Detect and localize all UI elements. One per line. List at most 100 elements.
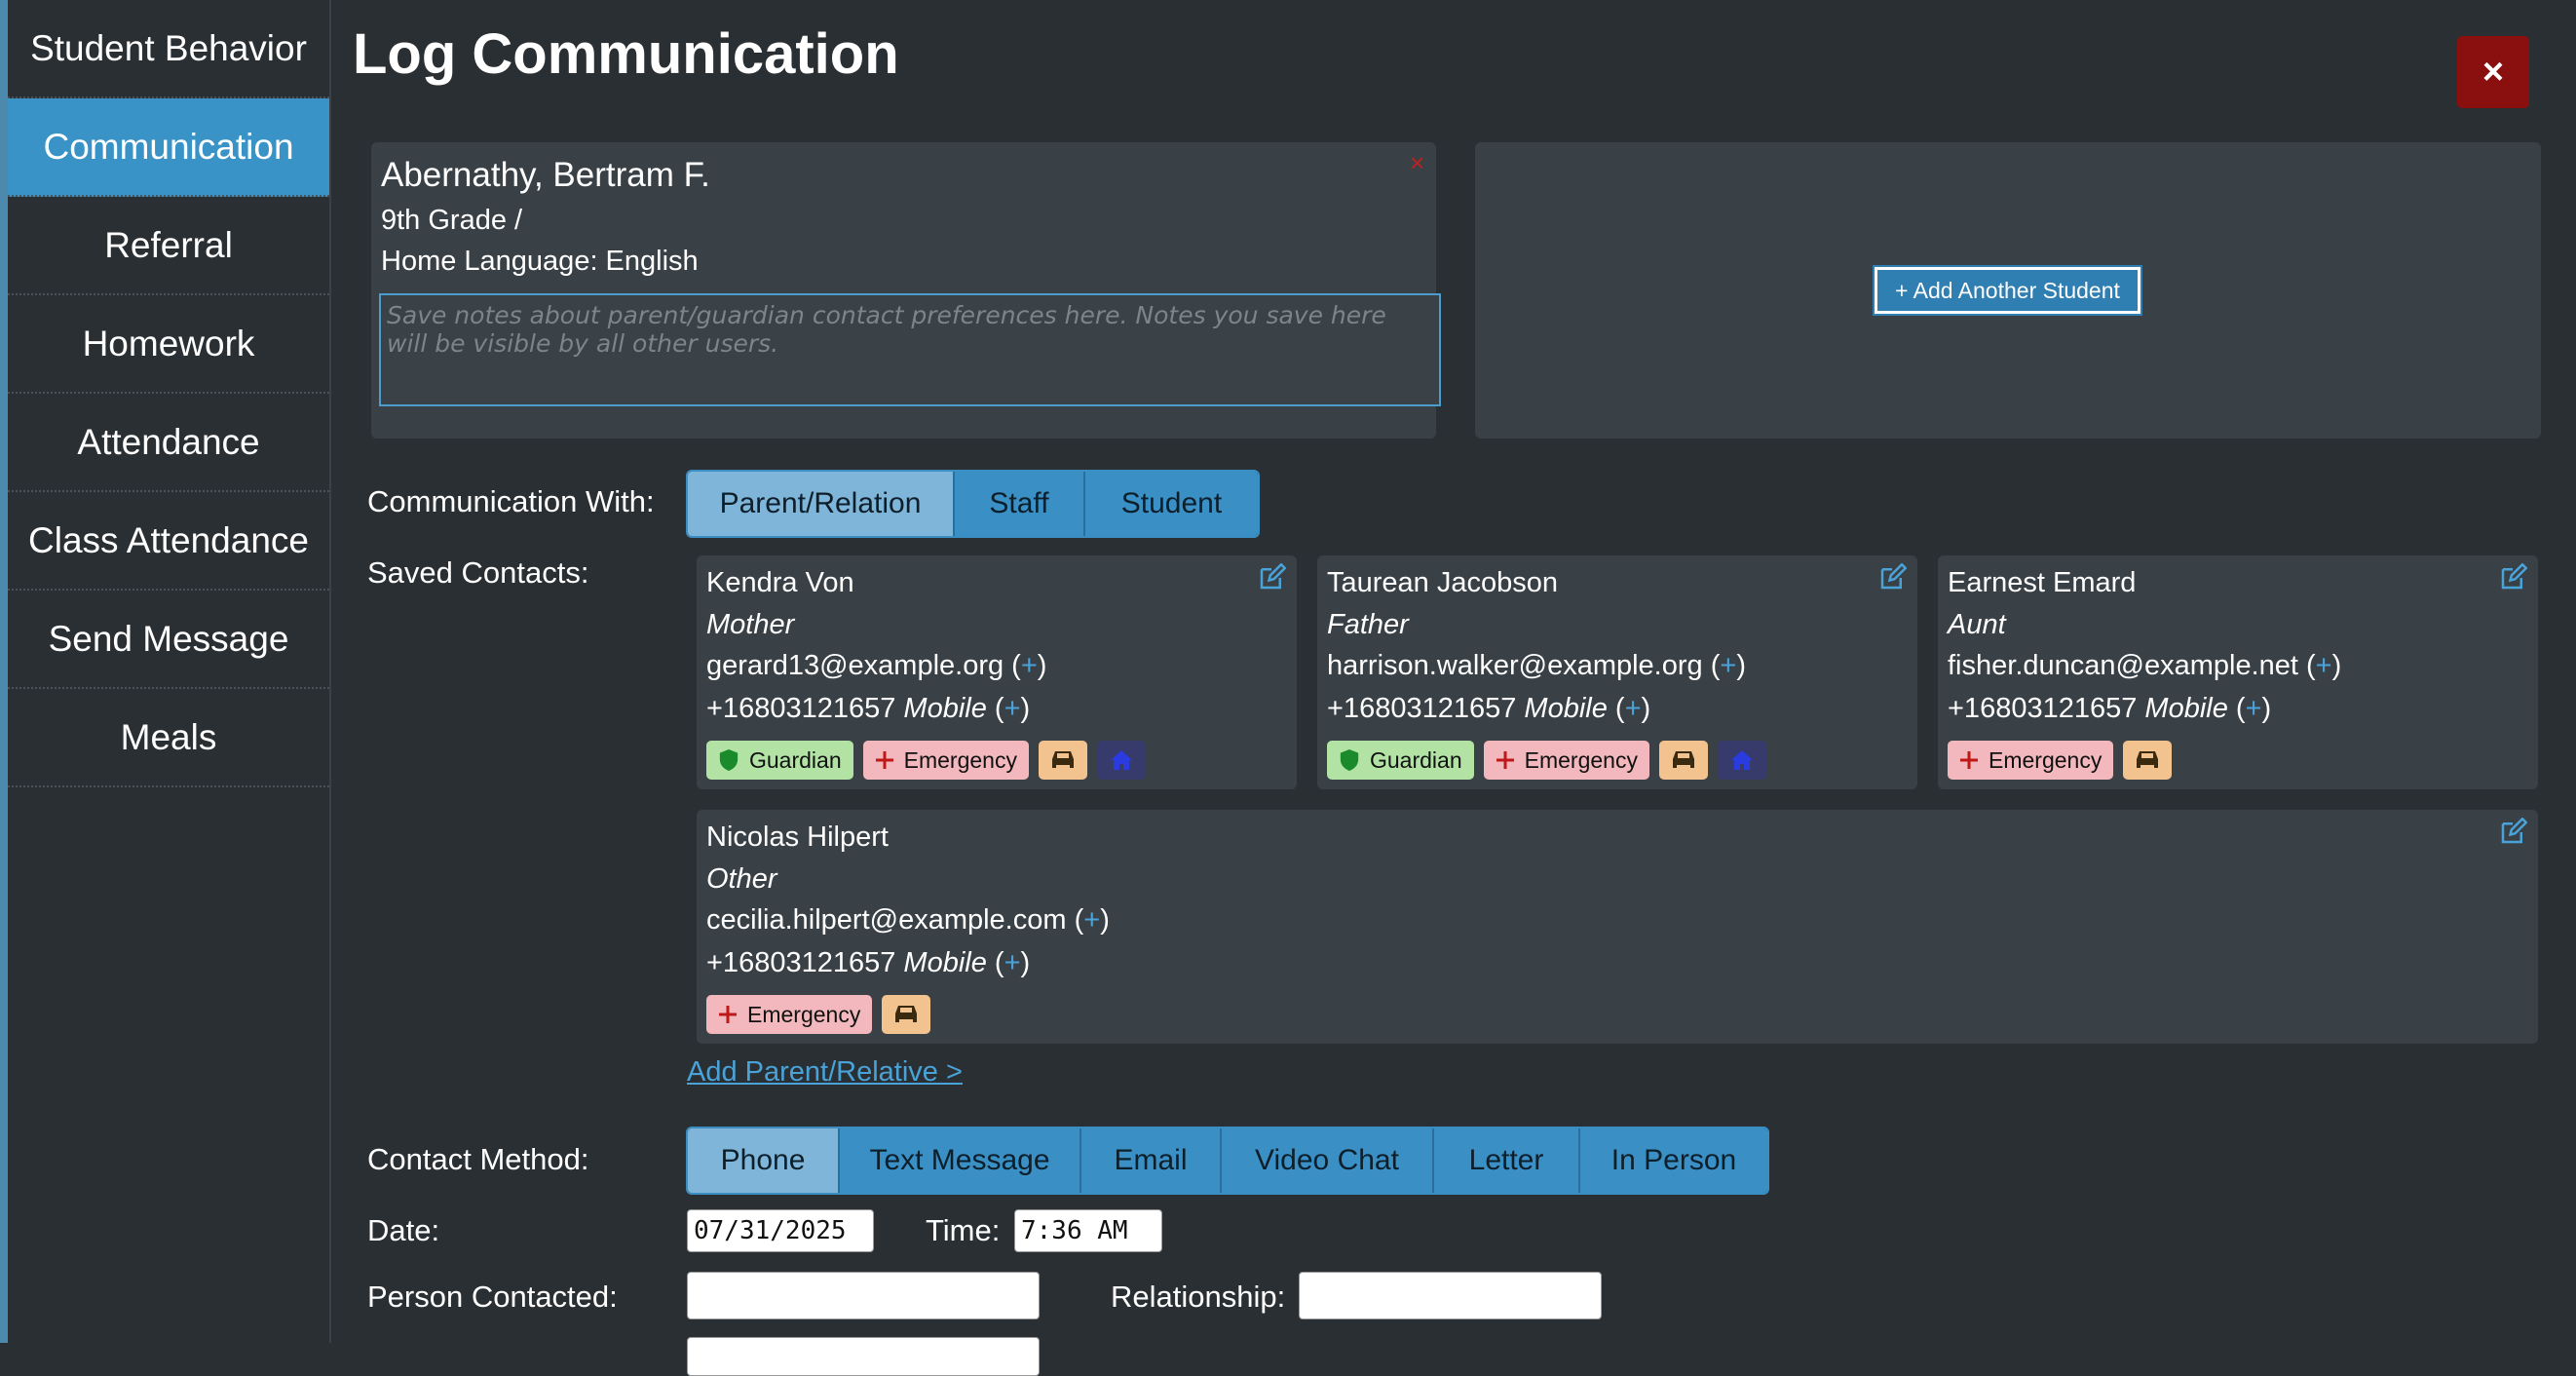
sidebar-item-label: Homework bbox=[82, 323, 255, 363]
remove-student-icon[interactable]: × bbox=[1410, 148, 1424, 178]
sidebar-item-send-message[interactable]: Send Message bbox=[8, 591, 329, 689]
contact-email-text: harrison.walker@example.org bbox=[1327, 650, 1703, 681]
add-email-icon[interactable]: + bbox=[1021, 650, 1038, 681]
contact-relation: Mother bbox=[706, 609, 795, 640]
guardian-badge: Guardian bbox=[706, 741, 853, 780]
sidebar-item-class-attendance[interactable]: Class Attendance bbox=[8, 492, 329, 591]
tab-in-person[interactable]: In Person bbox=[1580, 1128, 1767, 1193]
sidebar-item-communication[interactable]: Communication bbox=[8, 98, 329, 197]
tab-video-chat[interactable]: Video Chat bbox=[1222, 1128, 1434, 1193]
contact-phone-type: Mobile bbox=[2144, 693, 2228, 724]
contact-badges: Emergency bbox=[1948, 741, 2173, 780]
pickup-badge bbox=[1658, 741, 1708, 780]
close-button[interactable]: × bbox=[2457, 36, 2529, 108]
contact-email: cecilia.hilpert@example.com (+) bbox=[706, 904, 1110, 936]
contact-email: gerard13@example.org (+) bbox=[706, 650, 1047, 681]
sidebar-item-attendance[interactable]: Attendance bbox=[8, 394, 329, 492]
edit-icon[interactable] bbox=[2498, 818, 2527, 847]
add-another-student-button[interactable]: + Add Another Student bbox=[1873, 265, 2142, 316]
student-home-language: Home Language: English bbox=[381, 246, 699, 277]
sidebar-item-label: Attendance bbox=[77, 421, 260, 462]
guardian-badge-label: Guardian bbox=[749, 746, 842, 773]
page-title: Log Communication bbox=[353, 22, 899, 86]
shield-icon bbox=[719, 749, 739, 771]
tab-email[interactable]: Email bbox=[1081, 1128, 1222, 1193]
guardian-badge: Guardian bbox=[1327, 741, 1474, 780]
home-icon bbox=[1730, 750, 1753, 770]
emergency-badge-label: Emergency bbox=[1524, 746, 1638, 773]
pickup-badge bbox=[882, 995, 931, 1034]
contact-email-text: cecilia.hilpert@example.com bbox=[706, 904, 1067, 936]
date-input[interactable] bbox=[687, 1209, 874, 1252]
car-icon bbox=[1672, 751, 1694, 768]
edit-icon[interactable] bbox=[1877, 563, 1907, 592]
tab-parent-relation[interactable]: Parent/Relation bbox=[688, 472, 955, 536]
date-label: Date: bbox=[367, 1213, 440, 1247]
add-email-icon[interactable]: + bbox=[2316, 650, 2332, 681]
add-phone-icon[interactable]: + bbox=[1004, 947, 1021, 978]
add-phone-icon[interactable]: + bbox=[1004, 693, 1021, 724]
contact-card[interactable]: Earnest Emard Aunt fisher.duncan@example… bbox=[1938, 555, 2538, 789]
tab-letter[interactable]: Letter bbox=[1434, 1128, 1580, 1193]
relationship-input[interactable] bbox=[1299, 1272, 1602, 1319]
person-contacted-label: Person Contacted: bbox=[367, 1280, 618, 1314]
add-phone-icon[interactable]: + bbox=[1625, 693, 1642, 724]
contact-phone-number: +16803121657 bbox=[1327, 693, 1517, 724]
contact-card[interactable]: Kendra Von Mother gerard13@example.org (… bbox=[697, 555, 1297, 789]
emergency-badge: Emergency bbox=[1948, 741, 2114, 780]
time-label: Time: bbox=[926, 1213, 1001, 1247]
time-input[interactable] bbox=[1014, 1209, 1162, 1252]
sidebar-item-label: Class Attendance bbox=[28, 519, 309, 560]
contact-method-label: Contact Method: bbox=[367, 1142, 589, 1176]
edit-icon[interactable] bbox=[1257, 563, 1286, 592]
add-phone-icon[interactable]: + bbox=[2246, 693, 2262, 724]
edit-icon[interactable] bbox=[2498, 563, 2527, 592]
emergency-badge: Emergency bbox=[706, 995, 873, 1034]
add-student-panel: + Add Another Student bbox=[1475, 142, 2541, 439]
student-panel: Abernathy, Bertram F. 9th Grade / Home L… bbox=[371, 142, 1441, 439]
contact-email: harrison.walker@example.org (+) bbox=[1327, 650, 1746, 681]
tab-text-message[interactable]: Text Message bbox=[840, 1128, 1081, 1193]
emergency-badge: Emergency bbox=[1483, 741, 1649, 780]
plus-icon bbox=[719, 1006, 737, 1023]
pickup-badge bbox=[1038, 741, 1087, 780]
home-icon bbox=[1110, 750, 1132, 770]
contact-email-text: gerard13@example.org bbox=[706, 650, 1004, 681]
sidebar-item-homework[interactable]: Homework bbox=[8, 295, 329, 394]
student-grade: 9th Grade / bbox=[381, 205, 523, 236]
contact-badges: Guardian Emergency bbox=[1327, 741, 1766, 780]
plus-icon bbox=[875, 751, 893, 769]
emergency-badge-label: Emergency bbox=[903, 746, 1017, 773]
person-contacted-input[interactable] bbox=[687, 1272, 1040, 1319]
contact-phone-number: +16803121657 bbox=[706, 693, 896, 724]
relationship-label: Relationship: bbox=[1111, 1280, 1286, 1314]
add-parent-relative-link[interactable]: Add Parent/Relative > bbox=[687, 1056, 963, 1089]
contact-card[interactable]: Nicolas Hilpert Other cecilia.hilpert@ex… bbox=[697, 810, 2538, 1044]
contact-name: Earnest Emard bbox=[1948, 567, 2137, 598]
guardian-badge-label: Guardian bbox=[1370, 746, 1462, 773]
sidebar-item-student-behavior[interactable]: Student Behavior bbox=[8, 0, 329, 98]
contact-badges: Emergency bbox=[706, 995, 931, 1034]
tab-staff[interactable]: Staff bbox=[955, 472, 1085, 536]
contact-card[interactable]: Taurean Jacobson Father harrison.walker@… bbox=[1317, 555, 1917, 789]
contact-phone-type: Mobile bbox=[903, 693, 987, 724]
contact-phone: +16803121657 Mobile (+) bbox=[706, 947, 1031, 978]
add-email-icon[interactable]: + bbox=[1720, 650, 1736, 681]
contact-phone: +16803121657 Mobile (+) bbox=[706, 693, 1031, 724]
saved-contacts-label: Saved Contacts: bbox=[367, 555, 589, 590]
home-badge bbox=[1717, 741, 1766, 780]
sidebar-item-label: Meals bbox=[120, 716, 217, 757]
next-field-input[interactable] bbox=[687, 1337, 1040, 1376]
contact-phone: +16803121657 Mobile (+) bbox=[1327, 693, 1651, 724]
contact-notes-textarea[interactable] bbox=[379, 293, 1441, 406]
emergency-badge-label: Emergency bbox=[747, 1001, 861, 1027]
contact-relation: Other bbox=[706, 863, 777, 895]
tab-phone[interactable]: Phone bbox=[688, 1128, 840, 1193]
sidebar-item-meals[interactable]: Meals bbox=[8, 689, 329, 787]
contact-name: Nicolas Hilpert bbox=[706, 822, 889, 853]
contact-name: Kendra Von bbox=[706, 567, 854, 598]
add-email-icon[interactable]: + bbox=[1083, 904, 1100, 936]
tab-student[interactable]: Student bbox=[1085, 472, 1258, 536]
sidebar-item-referral[interactable]: Referral bbox=[8, 197, 329, 295]
contact-email: fisher.duncan@example.net (+) bbox=[1948, 650, 2342, 681]
